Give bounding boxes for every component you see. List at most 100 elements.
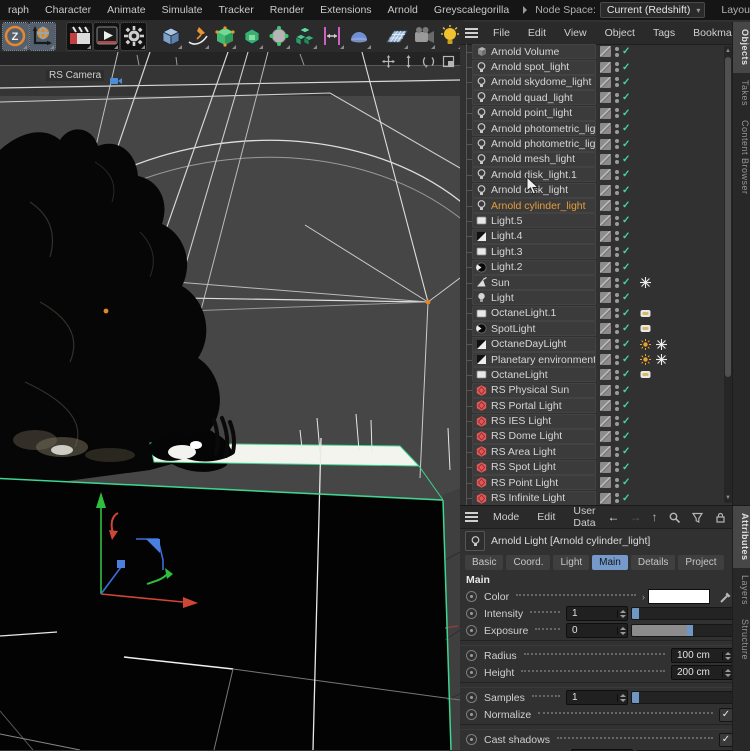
visibility-dots[interactable] (615, 324, 619, 334)
eyedropper-icon[interactable] (719, 590, 733, 604)
layer-chip[interactable] (600, 62, 611, 73)
object-row[interactable]: Arnold skydome_light✓ (460, 75, 723, 90)
layer-chip[interactable] (600, 493, 611, 504)
object-name-cell[interactable]: RS Area Light (472, 444, 596, 459)
visibility-dots[interactable] (615, 185, 619, 195)
layer-chip[interactable] (600, 108, 611, 119)
menu-tracker[interactable]: Tracker (211, 4, 262, 16)
value-slider[interactable] (631, 624, 733, 637)
visibility-dots[interactable] (615, 478, 619, 488)
scroll-down-icon[interactable]: ▼ (724, 494, 732, 502)
layer-chip[interactable] (600, 92, 611, 103)
layer-chip[interactable] (600, 323, 611, 334)
volume-builder-button[interactable] (293, 23, 318, 50)
object-name-cell[interactable]: Light.2 (472, 260, 596, 275)
object-name-cell[interactable]: OctaneLight (472, 367, 596, 382)
object-row[interactable]: RS Spot Light ✓ (460, 460, 723, 475)
world-axis-button[interactable] (30, 23, 55, 50)
layer-chip[interactable] (600, 154, 611, 165)
panel-menu-icon[interactable] (465, 28, 478, 38)
render-enabled-check[interactable]: ✓ (622, 62, 630, 73)
tab-project[interactable]: Project (678, 555, 723, 570)
zoom-view-icon[interactable] (402, 55, 415, 68)
render-enabled-check[interactable]: ✓ (622, 92, 630, 103)
am-menu-edit[interactable]: Edit (528, 511, 564, 523)
object-name-cell[interactable]: RS IES Light (472, 414, 596, 429)
snowflake-white-tag-icon[interactable] (655, 338, 668, 351)
layer-chip[interactable] (600, 123, 611, 134)
lock-icon[interactable] (714, 511, 727, 524)
menu-arnold[interactable]: Arnold (380, 4, 426, 16)
object-row[interactable]: Light.2✓ (460, 259, 723, 274)
sun-orange-tag-icon[interactable] (639, 338, 652, 351)
keyframe-dot-icon[interactable] (466, 625, 477, 636)
funnel-icon[interactable] (691, 511, 704, 524)
visibility-dots[interactable] (615, 416, 619, 426)
tab-coord[interactable]: Coord. (506, 555, 550, 570)
layer-chip[interactable] (600, 246, 611, 257)
object-row[interactable]: Light.5✓ (460, 213, 723, 228)
tab-light[interactable]: Light (553, 555, 589, 570)
object-name-cell[interactable]: RS Spot Light (472, 460, 596, 475)
menu-character[interactable]: Character (37, 4, 99, 16)
symmetry-tool-button[interactable] (320, 23, 345, 50)
visibility-dots[interactable] (615, 247, 619, 257)
visibility-dots[interactable] (615, 216, 619, 226)
spinner-arrows[interactable] (722, 669, 732, 677)
layer-chip[interactable] (600, 446, 611, 457)
object-name-cell[interactable]: Arnold photometric_light (472, 137, 596, 152)
object-row[interactable]: Light.4✓ (460, 229, 723, 244)
camera-tool-button[interactable] (411, 23, 436, 50)
render-enabled-check[interactable]: ✓ (622, 308, 630, 319)
visibility-dots[interactable] (615, 462, 619, 472)
extrude-object-button[interactable] (239, 23, 264, 50)
visibility-dots[interactable] (615, 339, 619, 349)
render-enabled-check[interactable]: ✓ (622, 416, 630, 427)
object-name-cell[interactable]: RS Dome Light (472, 429, 596, 444)
search-icon[interactable] (668, 511, 681, 524)
render-settings-button[interactable] (121, 23, 146, 50)
menu-raph[interactable]: raph (0, 4, 37, 16)
object-name-cell[interactable]: Arnold quad_light (472, 90, 596, 105)
om-menu-tags[interactable]: Tags (644, 27, 684, 39)
tab-structure[interactable]: Structure (733, 612, 750, 667)
visibility-dots[interactable] (615, 385, 619, 395)
visibility-dots[interactable] (615, 108, 619, 118)
node-space-select[interactable]: Current (Redshift)▾ (600, 2, 705, 18)
object-row[interactable]: RS Point Light✓ (460, 475, 723, 490)
render-enabled-check[interactable]: ✓ (622, 185, 630, 196)
visibility-dots[interactable] (615, 293, 619, 303)
render-enabled-check[interactable]: ✓ (622, 431, 630, 442)
menu-simulate[interactable]: Simulate (154, 4, 211, 16)
object-row[interactable]: OctaneDayLight✓ (460, 336, 723, 351)
tab-basic[interactable]: Basic (465, 555, 503, 570)
object-row[interactable]: RS Area Light✓ (460, 444, 723, 459)
object-row[interactable]: RS Physical Sun✓ (460, 383, 723, 398)
tab-takes[interactable]: Takes (733, 73, 750, 113)
object-name-cell[interactable]: OctaneLight.1 (472, 306, 596, 321)
keyframe-dot-icon[interactable] (466, 667, 477, 678)
checkbox[interactable]: ✓ (719, 708, 733, 722)
object-name-cell[interactable]: OctaneDayLight (472, 337, 596, 352)
camera-label[interactable]: RS Camera (46, 70, 104, 81)
om-menu-view[interactable]: View (555, 27, 596, 39)
workplane-floor-button[interactable] (384, 23, 409, 50)
object-name-cell[interactable]: Arnold Volume (472, 44, 596, 59)
render-enabled-check[interactable]: ✓ (622, 462, 630, 473)
render-enabled-check[interactable]: ✓ (622, 215, 630, 226)
object-name-cell[interactable]: Arnold point_light (472, 106, 596, 121)
render-enabled-check[interactable]: ✓ (622, 246, 630, 257)
am-menu-user-data[interactable]: User Data (564, 506, 604, 529)
expand-arrow-icon[interactable]: › (642, 592, 645, 602)
render-enabled-check[interactable]: ✓ (622, 369, 630, 380)
field-sphere-button[interactable] (347, 23, 372, 50)
object-name-cell[interactable]: Light.4 (472, 229, 596, 244)
render-enabled-check[interactable]: ✓ (622, 123, 630, 134)
object-name-cell[interactable]: Planetary environment (472, 352, 596, 367)
object-row[interactable]: Sun✓ (460, 275, 723, 290)
om-menu-object[interactable]: Object (596, 27, 644, 39)
menu-render[interactable]: Render (262, 4, 312, 16)
object-row[interactable]: RS Dome Light ✓ (460, 429, 723, 444)
object-row[interactable]: SpotLight✓ (460, 321, 723, 336)
tab-attributes[interactable]: Attributes (733, 506, 750, 568)
